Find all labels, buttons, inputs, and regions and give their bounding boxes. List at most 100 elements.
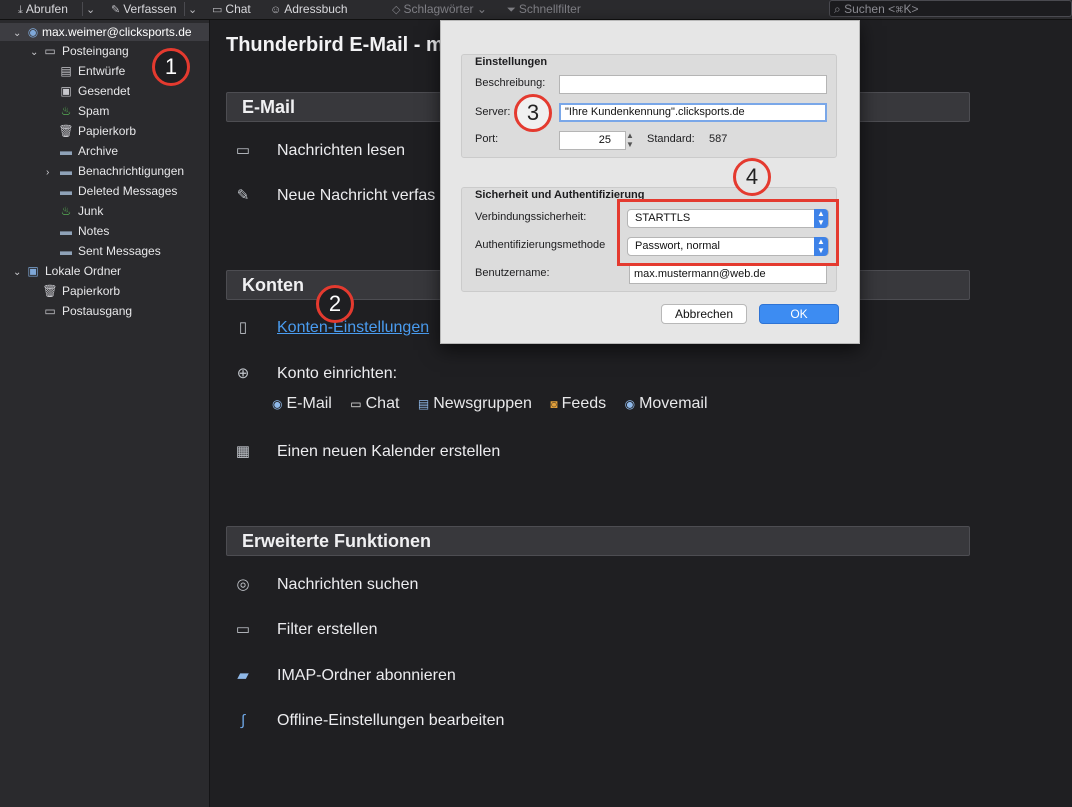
- create-filter-link[interactable]: ▭ Filter erstellen: [232, 619, 378, 641]
- sidebar-item-archive[interactable]: ▬ Archive: [58, 141, 118, 161]
- movemail-icon: ◉: [624, 397, 636, 411]
- write-button[interactable]: ✎ Verfassen: [111, 1, 177, 18]
- pencil-icon: ✎: [111, 4, 121, 16]
- address-book-button[interactable]: ☺ Adressbuch: [270, 1, 348, 18]
- outbox-icon: ▭: [44, 304, 56, 318]
- quick-filter-label: Schnellfilter: [518, 2, 581, 16]
- trash-icon: 🗑︎: [58, 124, 74, 138]
- annotation-marker: 3: [514, 94, 552, 132]
- trash-icon: 🗑︎: [42, 284, 58, 298]
- port-label: Port:: [475, 133, 499, 145]
- read-messages-link[interactable]: ▭ Nachrichten lesen: [232, 140, 405, 162]
- sidebar-item-drafts[interactable]: ▤ Entwürfe: [58, 61, 125, 81]
- write-dropdown[interactable]: ⌄: [188, 1, 200, 18]
- sidebar-item-spam[interactable]: ♨ Spam: [58, 101, 110, 121]
- stepper-down-icon: ▼: [626, 140, 634, 149]
- setup-movemail-label: Movemail: [639, 395, 708, 412]
- imap-subscribe-link[interactable]: ▰ IMAP-Ordner abonnieren: [232, 665, 456, 687]
- annotation-marker: 4: [733, 158, 771, 196]
- get-messages-dropdown[interactable]: ⌄: [86, 1, 98, 18]
- new-calendar-link[interactable]: ▦ Einen neuen Kalender erstellen: [232, 441, 500, 463]
- new-message-label: Neue Nachricht verfas: [277, 187, 436, 204]
- drafts-icon: ▤: [60, 64, 72, 78]
- setup-movemail-option[interactable]: ◉ Movemail: [625, 395, 708, 412]
- highlight-box: [617, 199, 839, 266]
- quick-filter-button[interactable]: ⏷ Schnellfilter: [507, 1, 581, 18]
- annotation-marker: 1: [152, 48, 190, 86]
- inbox-label: Posteingang: [62, 44, 129, 58]
- calendar-icon: ▦: [235, 443, 251, 460]
- sidebar-item-junk[interactable]: ♨ Junk: [58, 201, 104, 221]
- description-label: Beschreibung:: [475, 77, 546, 89]
- sidebar-item-deleted[interactable]: ▬ Deleted Messages: [58, 181, 177, 201]
- tags-label: Schlagwörter: [403, 2, 474, 16]
- new-message-link[interactable]: ✎ Neue Nachricht verfas: [232, 185, 436, 207]
- settings-document-icon: ▯: [238, 319, 248, 336]
- connection-security-label: Verbindungssicherheit:: [475, 211, 587, 223]
- sidebar-item-inbox[interactable]: ⌄ ▭ Posteingang: [30, 41, 129, 61]
- sidebar-item-trash[interactable]: 🗑︎ Papierkorb: [58, 121, 136, 141]
- sidebar-item-notifications[interactable]: › ▬ Benachrichtigungen: [46, 161, 184, 181]
- setup-email-option[interactable]: ◉ E-Mail: [272, 395, 332, 412]
- sidebar-item-sent-messages[interactable]: ▬ Sent Messages: [58, 241, 161, 261]
- spam-flame-icon: ♨: [60, 104, 72, 118]
- sidebar-item-local-trash[interactable]: 🗑︎ Papierkorb: [42, 281, 120, 301]
- username-field[interactable]: max.mustermann@web.de: [629, 265, 827, 284]
- search-input[interactable]: ⌕ Suchen <⌘K>: [829, 0, 1072, 17]
- chat-icon: ▭: [350, 397, 362, 411]
- port-field[interactable]: 25: [559, 131, 626, 150]
- inbox-icon: ▭: [44, 44, 56, 58]
- toolbar-divider: [82, 2, 83, 16]
- read-messages-label: Nachrichten lesen: [277, 142, 406, 159]
- description-field[interactable]: [559, 75, 827, 94]
- inbox-tray-icon: ▭: [235, 142, 251, 159]
- search-placeholder: Suchen <⌘K>: [844, 2, 919, 16]
- offline-settings-link[interactable]: ∫ Offline-Einstellungen bearbeiten: [232, 710, 504, 732]
- search-messages-link[interactable]: ◎ Nachrichten suchen: [232, 574, 418, 596]
- setup-chat-option[interactable]: ▭ Chat: [350, 395, 399, 412]
- imap-subscribe-label: IMAP-Ordner abonnieren: [277, 667, 456, 684]
- download-icon: ⤓: [18, 4, 23, 16]
- setup-newsgroups-option[interactable]: ▤ Newsgruppen: [418, 395, 532, 412]
- ok-button[interactable]: OK: [759, 304, 839, 324]
- server-field[interactable]: "Ihre Kundenkennung".clicksports.de: [559, 103, 827, 122]
- add-account-icon: ⊕: [236, 365, 250, 382]
- newsgroups-icon: ▤: [417, 397, 430, 411]
- chevron-down-icon: ⌄: [476, 2, 487, 16]
- folder-label: Spam: [78, 104, 110, 118]
- address-book-label: Adressbuch: [284, 2, 348, 16]
- tags-button[interactable]: ◇ Schlagwörter ⌄: [392, 1, 487, 18]
- new-calendar-label: Einen neuen Kalender erstellen: [277, 443, 501, 460]
- folder-icon: ▬: [60, 144, 72, 158]
- folder-pane: ⌄ ◉ max.weimer@clicksports.de ⌄ ▭ Posteingan…: [0, 20, 210, 807]
- sidebar-item-sent[interactable]: ▣ Gesendet: [58, 81, 130, 101]
- setup-account-text: Konto einrichten:: [277, 365, 398, 382]
- chevron-down-icon: ⌄: [86, 4, 96, 16]
- setup-feeds-option[interactable]: ◙ Feeds: [550, 395, 606, 412]
- sent-icon: ▣: [60, 84, 72, 98]
- account-label: max.weimer@clicksports.de: [42, 25, 192, 39]
- page-title: Thunderbird E-Mail - m: [226, 34, 444, 56]
- get-messages-button[interactable]: ⤓ Abrufen: [18, 1, 68, 18]
- port-stepper[interactable]: ▲ ▼: [625, 131, 635, 150]
- sidebar-item-local-folders[interactable]: ⌄ ▣ Lokale Ordner: [13, 261, 121, 281]
- chat-bubble-icon: ▭: [212, 4, 223, 16]
- sidebar-item-notes[interactable]: ▬ Notes: [58, 221, 109, 241]
- folder-label: Papierkorb: [62, 284, 121, 298]
- setup-chat-label: Chat: [365, 395, 400, 412]
- username-label: Benutzername:: [475, 267, 550, 279]
- folder-label: Junk: [78, 204, 104, 218]
- folder-label: Benachrichtigungen: [78, 164, 185, 178]
- sidebar-item-outbox[interactable]: ▭ Postausgang: [42, 301, 132, 321]
- account-row[interactable]: ⌄ ◉ max.weimer@clicksports.de: [0, 23, 209, 41]
- junk-flame-icon: ♨: [60, 204, 72, 218]
- chat-button[interactable]: ▭ Chat: [212, 1, 251, 18]
- toolbar-divider: [184, 2, 185, 16]
- folder-label: Gesendet: [78, 84, 131, 98]
- folder-label: Archive: [78, 144, 119, 158]
- compose-icon: ✎: [236, 187, 250, 204]
- filter-icon: ⏷: [507, 4, 516, 16]
- settings-group-title: Einstellungen: [475, 56, 548, 68]
- folder-icon: ▬: [60, 184, 72, 198]
- cancel-button[interactable]: Abbrechen: [661, 304, 747, 324]
